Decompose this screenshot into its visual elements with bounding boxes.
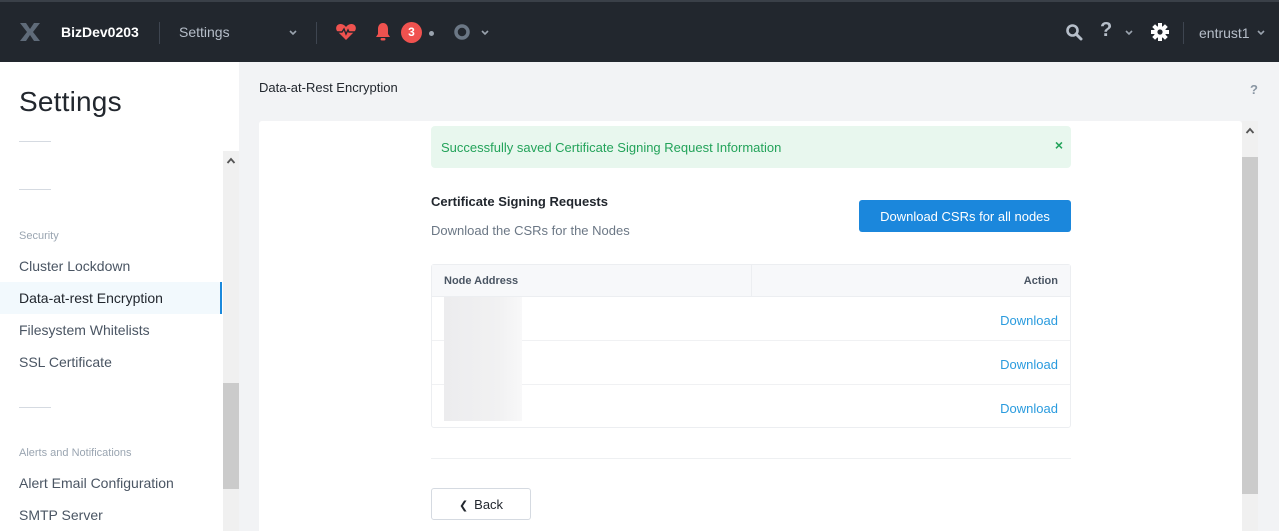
chevron-down-icon[interactable] (286, 22, 300, 42)
table-header: Node Address Action (432, 265, 1070, 297)
status-dot (429, 31, 434, 36)
cluster-name[interactable]: BizDev0203 (61, 24, 139, 40)
sidebar-item-filesystem-whitelists[interactable]: Filesystem Whitelists (0, 314, 222, 346)
main-scrollbar-thumb[interactable] (1242, 157, 1258, 494)
help-icon[interactable]: ? (1250, 82, 1258, 97)
table-row: Download (432, 385, 1070, 429)
main-scrollbar[interactable] (1242, 121, 1258, 531)
sidebar-item-ssl-certificate[interactable]: SSL Certificate (0, 346, 222, 378)
chevron-left-icon: ❮ (458, 499, 469, 512)
chevron-down-icon[interactable] (1254, 22, 1268, 42)
node-address-redacted (444, 341, 522, 385)
divider (19, 189, 51, 190)
divider (1183, 22, 1184, 44)
sidebar-item-cluster-lockdown[interactable]: Cluster Lockdown (0, 250, 222, 282)
column-header-node-address[interactable]: Node Address (444, 275, 518, 287)
gear-icon[interactable] (1150, 22, 1170, 42)
sidebar-item-alert-email-configuration[interactable]: Alert Email Configuration (0, 467, 222, 499)
app-selector[interactable]: Settings (179, 24, 230, 40)
node-address-redacted (444, 297, 522, 341)
divider (159, 22, 160, 44)
csr-table: Node Address Action Download Download Do… (431, 264, 1071, 428)
sidebar-section-security: Security (19, 230, 59, 242)
section-title: Certificate Signing Requests (431, 194, 608, 209)
sidebar-title: Settings (19, 86, 122, 117)
chevron-down-icon[interactable] (1122, 22, 1136, 42)
column-divider (751, 265, 752, 297)
settings-sidebar: Settings Security Cluster Lockdown Data-… (0, 62, 239, 531)
sidebar-scrollbar[interactable] (223, 151, 239, 531)
sidebar-item-smtp-server[interactable]: SMTP Server (0, 499, 222, 531)
table-row: Download (432, 297, 1070, 341)
bell-icon[interactable] (374, 21, 392, 43)
success-alert: Successfully saved Certificate Signing R… (431, 126, 1071, 168)
divider (19, 407, 51, 408)
close-icon[interactable]: × (1055, 137, 1063, 153)
divider (431, 458, 1071, 459)
back-label: Back (474, 496, 504, 512)
divider (19, 141, 51, 142)
sidebar-section-alerts: Alerts and Notifications (19, 447, 132, 459)
alert-count-badge[interactable]: 3 (401, 22, 422, 43)
download-all-csrs-button[interactable]: Download CSRs for all nodes (859, 200, 1071, 232)
column-header-action: Action (1023, 275, 1058, 287)
page-title: Data-at-Rest Encryption (259, 80, 398, 95)
download-link[interactable]: Download (1000, 401, 1058, 416)
section-description: Download the CSRs for the Nodes (431, 223, 630, 238)
table-row: Download (432, 341, 1070, 385)
alert-message: Successfully saved Certificate Signing R… (441, 140, 782, 155)
chevron-down-icon[interactable] (478, 22, 492, 42)
back-button[interactable]: ❮ Back (431, 488, 531, 520)
scroll-up-arrow-icon[interactable] (223, 151, 239, 169)
download-link[interactable]: Download (1000, 313, 1058, 328)
node-address-redacted (444, 385, 522, 421)
sidebar-item-data-at-rest-encryption[interactable]: Data-at-rest Encryption (0, 282, 222, 314)
search-icon[interactable] (1065, 23, 1083, 41)
help-icon[interactable]: ? (1100, 19, 1112, 42)
status-ring-icon[interactable] (453, 23, 471, 41)
scroll-up-arrow-icon[interactable] (1242, 121, 1258, 157)
nutanix-logo-icon[interactable] (18, 21, 42, 43)
divider (316, 22, 317, 44)
top-nav-bar: BizDev0203 Settings 3 ? entrust1 (0, 0, 1279, 62)
health-heart-icon[interactable] (335, 22, 357, 42)
sidebar-scrollbar-thumb[interactable] (223, 383, 239, 489)
download-link[interactable]: Download (1000, 357, 1058, 372)
user-menu[interactable]: entrust1 (1199, 25, 1250, 41)
